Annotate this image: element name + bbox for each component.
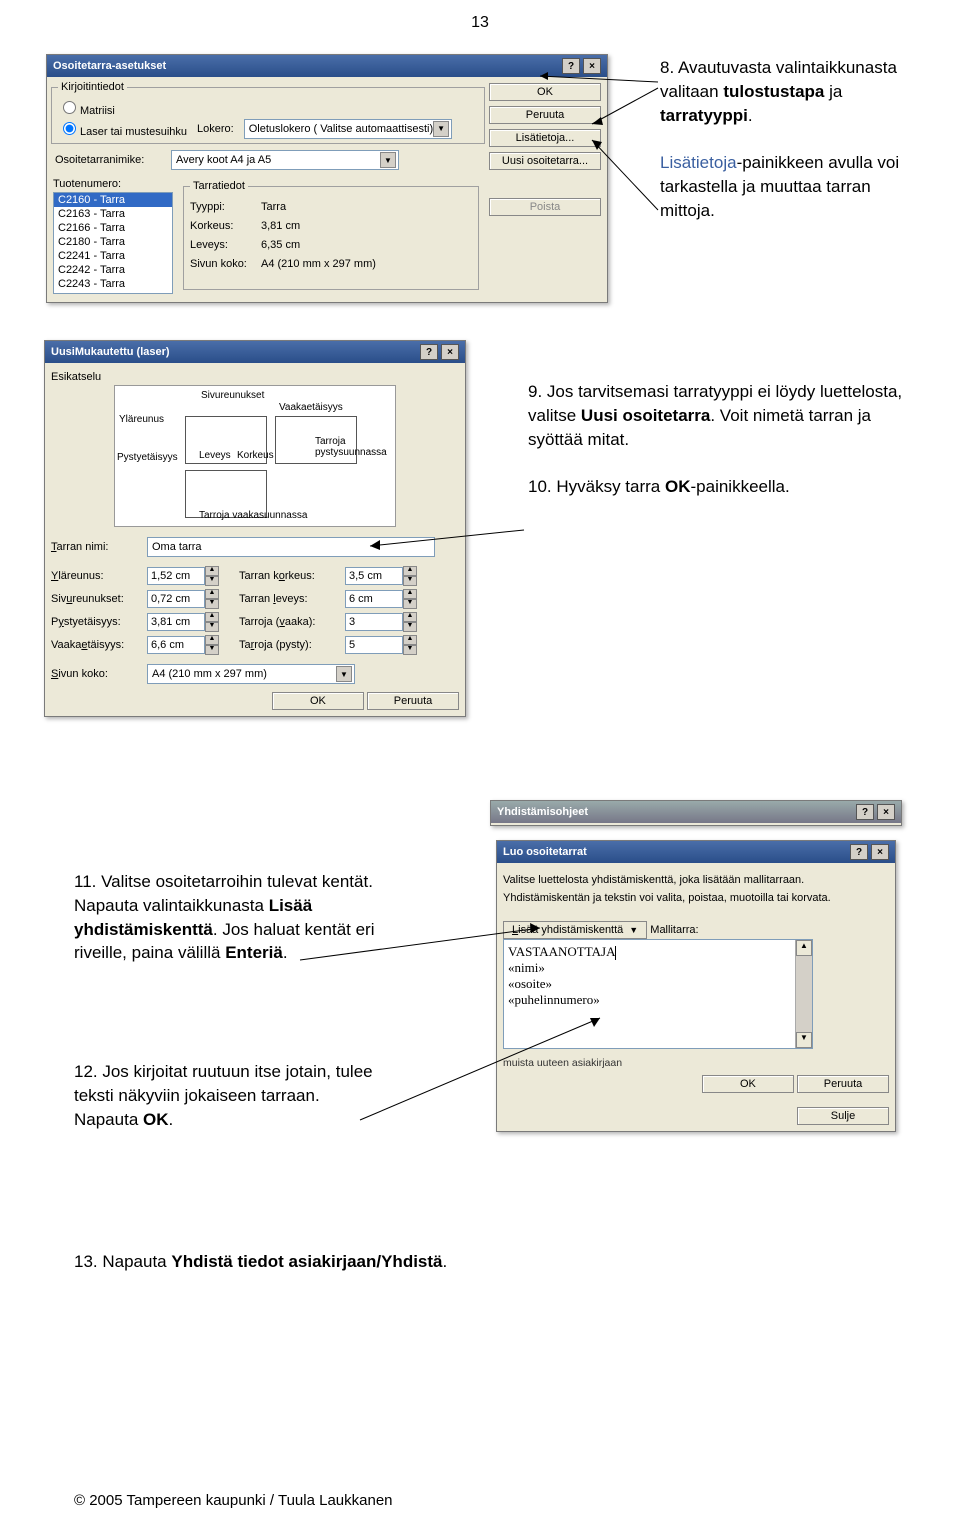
list-item[interactable]: C2180 - Tarra bbox=[54, 235, 172, 249]
height-label: Korkeus: bbox=[190, 220, 255, 232]
cancel-button[interactable]: Peruuta bbox=[797, 1075, 889, 1093]
ok-button[interactable]: OK bbox=[489, 83, 601, 101]
topmargin-input[interactable]: 1,52 cm▲▼ bbox=[147, 566, 219, 586]
across-input[interactable]: 3▲▼ bbox=[345, 612, 417, 632]
dialog1-title: Osoitetarra-asetukset bbox=[53, 60, 166, 72]
topmargin-label: Yläreunus: bbox=[51, 570, 141, 582]
dialog-label-settings: Osoitetarra-asetukset ? × Kirjoitintiedo… bbox=[46, 54, 608, 303]
sidemargin-input[interactable]: 0,72 cm▲▼ bbox=[147, 589, 219, 609]
details-button[interactable]: Lisätietoja... bbox=[489, 129, 601, 147]
note-8: 8. Avautuvasta valintaikkunasta valitaan… bbox=[660, 56, 930, 223]
chevron-down-icon: ▼ bbox=[380, 152, 396, 168]
cancel-button[interactable]: Peruuta bbox=[367, 692, 459, 710]
preview-diagram: Sivureunukset Yläreunus Vaakaetäisyys Py… bbox=[114, 385, 396, 527]
delete-button: Poista bbox=[489, 198, 601, 216]
label-product-dropdown[interactable]: Avery koot A4 ja A5 ▼ bbox=[171, 150, 399, 170]
merge-instr-title: Yhdistämisohjeet bbox=[497, 806, 588, 818]
details-legend: Tarratiedot bbox=[190, 180, 248, 192]
help-icon[interactable]: ? bbox=[562, 58, 580, 74]
close-icon[interactable]: × bbox=[871, 844, 889, 860]
sample-label-textbox[interactable]: VASTAANOTTAJA «nimi» «osoite» «puhelinnu… bbox=[503, 939, 813, 1049]
tray-label: Lokero: bbox=[197, 123, 234, 135]
width-label: Leveys: bbox=[190, 239, 255, 251]
note-11: 11. Valitse osoitetarroihin tulevat kent… bbox=[74, 870, 394, 965]
scroll-up-icon[interactable]: ▲ bbox=[796, 940, 812, 956]
across-label: Tarroja (vaaka): bbox=[239, 616, 339, 628]
dialog2-title: UusiMukautettu (laser) bbox=[51, 346, 170, 358]
help-icon[interactable]: ? bbox=[856, 804, 874, 820]
pagesize-label: Sivun koko: bbox=[190, 258, 255, 270]
note-9: 9. Jos tarvitsemasi tarratyyppi ei löydy… bbox=[528, 380, 908, 499]
scroll-down-icon[interactable]: ▼ bbox=[796, 1032, 812, 1048]
chevron-down-icon: ▼ bbox=[336, 666, 352, 682]
lblheight-input[interactable]: 3,5 cm▲▼ bbox=[345, 566, 417, 586]
list-item[interactable]: C2242 - Tarra bbox=[54, 263, 172, 277]
note-12: 12. Jos kirjoitat ruutuun itse jotain, t… bbox=[74, 1060, 374, 1131]
chevron-down-icon: ▼ bbox=[433, 121, 449, 137]
list-item[interactable]: C2166 - Tarra bbox=[54, 221, 172, 235]
product-listbox[interactable]: C2160 - Tarra C2163 - Tarra C2166 - Tarr… bbox=[53, 192, 173, 294]
list-item[interactable]: C2241 - Tarra bbox=[54, 249, 172, 263]
scrollbar[interactable]: ▲ ▼ bbox=[795, 940, 812, 1048]
dialog-create-labels: Luo osoitetarrat ? × Valitse luettelosta… bbox=[496, 840, 896, 1132]
close-icon[interactable]: × bbox=[441, 344, 459, 360]
pagesize-dropdown[interactable]: A4 (210 mm x 297 mm) ▼ bbox=[147, 664, 355, 684]
close-icon[interactable]: × bbox=[583, 58, 601, 74]
printer-group-legend: Kirjoitintiedot bbox=[58, 81, 127, 93]
insert-merge-field-button[interactable]: Lisää yhdistämiskenttä▼ bbox=[503, 921, 647, 939]
list-item[interactable]: C2243 - Tarra bbox=[54, 277, 172, 291]
close-icon[interactable]: × bbox=[877, 804, 895, 820]
radio-laser[interactable]: Laser tai mustesuihku bbox=[58, 119, 187, 138]
down-label: Tarroja (pysty): bbox=[239, 639, 339, 651]
lblwidth-label: Tarran leveys: bbox=[239, 593, 339, 605]
tray-dropdown[interactable]: Oletuslokero ( Valitse automaattisesti) … bbox=[244, 119, 452, 139]
new-label-button[interactable]: Uusi osoitetarra... bbox=[489, 152, 601, 170]
vpitch-input[interactable]: 3,81 cm▲▼ bbox=[147, 612, 219, 632]
dialog3-title: Luo osoitetarrat bbox=[503, 846, 587, 858]
list-item[interactable]: C2160 - Tarra bbox=[54, 193, 172, 207]
instr-text-2: Yhdistämiskentän ja tekstin voi valita, … bbox=[503, 891, 889, 905]
pagesize2-label: Sivun koko: bbox=[51, 668, 141, 680]
hpitch-label: Vaakaetäisyys: bbox=[51, 639, 141, 651]
name-label: Tarran nimi: bbox=[51, 541, 141, 553]
vpitch-label: Pystyetäisyys: bbox=[51, 616, 141, 628]
instr-text-1: Valitse luettelosta yhdistämiskenttä, jo… bbox=[503, 873, 889, 887]
radio-matrix[interactable]: Matriisi bbox=[58, 98, 478, 117]
sidemargin-label: Sivureunukset: bbox=[51, 593, 141, 605]
footer-copyright: © 2005 Tampereen kaupunki / Tuula Laukka… bbox=[74, 1492, 393, 1509]
label-product-label: Osoitetarranimike: bbox=[55, 154, 165, 166]
type-label: Tyyppi: bbox=[190, 201, 255, 213]
close-button[interactable]: Sulje bbox=[797, 1107, 889, 1125]
lblwidth-input[interactable]: 6 cm▲▼ bbox=[345, 589, 417, 609]
preview-legend: Esikatselu bbox=[51, 371, 101, 383]
page-number: 13 bbox=[0, 14, 960, 32]
product-number-label: Tuotenumero: bbox=[53, 178, 121, 190]
down-input[interactable]: 5▲▼ bbox=[345, 635, 417, 655]
lblheight-label: Tarran korkeus: bbox=[239, 570, 339, 582]
dialog-merge-instructions: Yhdistämisohjeet ? × bbox=[490, 800, 902, 826]
ok-button[interactable]: OK bbox=[272, 692, 364, 710]
small-note: muista uuteen asiakirjaan bbox=[503, 1057, 889, 1069]
cancel-button[interactable]: Peruuta bbox=[489, 106, 601, 124]
dialog-custom-label: UusiMukautettu (laser) ? × Esikatselu Si… bbox=[44, 340, 466, 717]
hpitch-input[interactable]: 6,6 cm▲▼ bbox=[147, 635, 219, 655]
ok-button[interactable]: OK bbox=[702, 1075, 794, 1093]
sample-label: Mallitarra: bbox=[650, 924, 698, 936]
note-13: 13. Napauta Yhdistä tiedot asiakirjaan/Y… bbox=[74, 1250, 574, 1274]
list-item[interactable]: C2163 - Tarra bbox=[54, 207, 172, 221]
help-icon[interactable]: ? bbox=[420, 344, 438, 360]
name-input[interactable]: Oma tarra bbox=[147, 537, 435, 557]
help-icon[interactable]: ? bbox=[850, 844, 868, 860]
